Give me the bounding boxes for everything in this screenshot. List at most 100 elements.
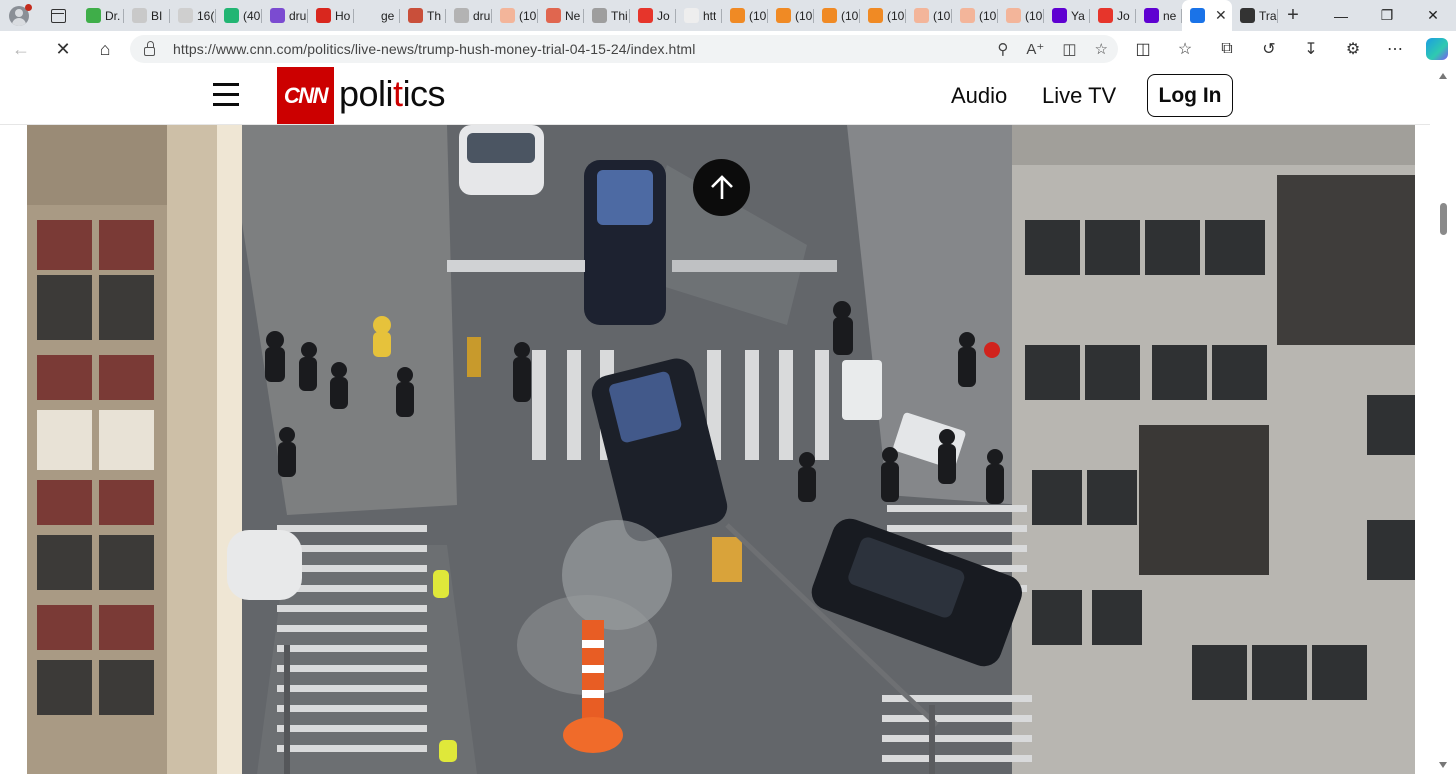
tab-title: Thi — [611, 8, 628, 23]
tab[interactable]: (40 — [216, 0, 262, 31]
minimize-button[interactable]: — — [1318, 0, 1364, 31]
tab-title: BI — [151, 8, 163, 23]
tab[interactable]: (10 — [722, 0, 768, 31]
tab-favicon-icon — [684, 8, 699, 23]
tab-actions-button[interactable] — [38, 0, 78, 31]
home-button[interactable]: ⌂ — [84, 31, 126, 67]
tab-actions-icon — [50, 8, 66, 23]
aerial-street-scene — [27, 125, 1415, 774]
tab[interactable]: (10 — [906, 0, 952, 31]
new-tab-button[interactable]: + — [1278, 0, 1308, 31]
extensions-button[interactable]: ⚙ — [1334, 31, 1372, 67]
tab[interactable]: ge — [354, 0, 400, 31]
read-aloud-icon[interactable]: A⁺ — [1026, 40, 1044, 58]
downloads-button[interactable]: ↧ — [1292, 31, 1330, 67]
tab[interactable]: Thi — [584, 0, 630, 31]
tab[interactable]: htt — [676, 0, 722, 31]
split-screen-button[interactable]: ◫ — [1124, 31, 1162, 67]
address-bar-icons: ⚲ A⁺ ◫ ☆ — [997, 35, 1108, 63]
tab-favicon-icon — [822, 8, 837, 23]
page-scrollbar[interactable] — [1430, 67, 1456, 774]
close-tab-icon[interactable]: ✕ — [1215, 7, 1227, 24]
scroll-to-top-button[interactable] — [693, 159, 750, 216]
tab[interactable]: Tra — [1232, 0, 1278, 31]
login-button[interactable]: Log In — [1147, 74, 1233, 117]
tab[interactable]: 16( — [170, 0, 216, 31]
toolbar-right: ◫ ☆ ⧉ ↺ ↧ ⚙ ⋯ — [1124, 31, 1456, 67]
tab-title: Ho — [335, 8, 351, 23]
tab-favicon-icon — [270, 8, 285, 23]
url-text[interactable]: https://www.cnn.com/politics/live-news/t… — [173, 41, 695, 57]
more-menu-button[interactable]: ⋯ — [1376, 31, 1414, 67]
tab[interactable]: Ho — [308, 0, 354, 31]
tab-title: (10 — [979, 8, 997, 23]
live-video-frame[interactable] — [27, 125, 1415, 774]
tab-favicon-icon — [178, 8, 193, 23]
tab-title: (10 — [933, 8, 951, 23]
stop-loading-button[interactable]: ✕ — [42, 31, 84, 67]
copilot-button[interactable] — [1418, 31, 1456, 67]
tab-active[interactable]: ✕ — [1182, 0, 1232, 31]
profile-avatar[interactable] — [0, 0, 38, 31]
close-window-button[interactable]: ✕ — [1410, 0, 1456, 31]
favorites-button[interactable]: ☆ — [1166, 31, 1204, 67]
tab-favicon-icon — [362, 8, 377, 23]
tab[interactable]: Dr. — [78, 0, 124, 31]
tab-favicon-icon — [546, 8, 561, 23]
tab-favicon-icon — [316, 8, 331, 23]
back-button[interactable]: ← — [0, 31, 42, 67]
tab[interactable]: Jo — [1090, 0, 1136, 31]
tab-title: Ya — [1071, 8, 1085, 23]
tab-title: htt — [703, 8, 717, 23]
restore-button[interactable]: ❐ — [1364, 0, 1410, 31]
scroll-up-arrow-icon[interactable] — [1439, 73, 1447, 79]
tab[interactable]: (10 — [998, 0, 1044, 31]
tab-favicon-icon — [132, 8, 147, 23]
lock-icon[interactable] — [144, 40, 155, 56]
cnn-logo[interactable]: CNN — [277, 67, 334, 124]
tab[interactable]: dru — [446, 0, 492, 31]
tab-favicon-icon — [408, 8, 423, 23]
menu-hamburger-icon[interactable] — [213, 83, 239, 107]
tab[interactable]: BI — [124, 0, 170, 31]
tab[interactable]: ne — [1136, 0, 1182, 31]
section-accent: t — [393, 73, 403, 114]
scrollbar-thumb[interactable] — [1440, 203, 1447, 235]
tab[interactable]: Jo — [630, 0, 676, 31]
app-available-icon[interactable]: ◫ — [1062, 40, 1076, 58]
favorite-star-icon[interactable]: ☆ — [1095, 40, 1108, 58]
history-button[interactable]: ↺ — [1250, 31, 1288, 67]
tab[interactable]: (10 — [492, 0, 538, 31]
tab-title: dru — [289, 8, 307, 23]
tab[interactable]: Ya — [1044, 0, 1090, 31]
tab-title: ge — [381, 8, 395, 23]
zoom-icon[interactable]: ⚲ — [997, 40, 1008, 58]
tab-title: Jo — [1117, 8, 1130, 23]
tab-favicon-icon — [592, 8, 607, 23]
window-controls: — ❐ ✕ — [1318, 0, 1456, 31]
tab[interactable]: (10 — [814, 0, 860, 31]
tab[interactable]: Ne — [538, 0, 584, 31]
tab[interactable]: (10 — [860, 0, 906, 31]
section-logo[interactable]: politics — [339, 73, 446, 115]
address-bar[interactable]: https://www.cnn.com/politics/live-news/t… — [130, 35, 1118, 63]
tab-favicon-icon — [86, 8, 101, 23]
browser-toolbar: ← ✕ ⌂ https://www.cnn.com/politics/live-… — [0, 31, 1456, 67]
scroll-down-arrow-icon[interactable] — [1439, 762, 1447, 768]
tab-title: Tra — [1259, 8, 1277, 23]
tab[interactable]: (10 — [952, 0, 998, 31]
tab[interactable]: Th — [400, 0, 446, 31]
tab-title: (10 — [749, 8, 767, 23]
tab[interactable]: (10 — [768, 0, 814, 31]
copilot-icon — [1426, 38, 1448, 60]
tab-favicon-icon — [868, 8, 883, 23]
nav-live-tv[interactable]: Live TV — [1042, 83, 1116, 109]
tab-favicon-icon — [730, 8, 745, 23]
collections-button[interactable]: ⧉ — [1208, 31, 1246, 67]
tab-favicon-icon — [1240, 8, 1255, 23]
tab-title: (10 — [519, 8, 537, 23]
tab[interactable]: dru — [262, 0, 308, 31]
tab-title: Ne — [565, 8, 581, 23]
tab-favicon-icon — [1098, 8, 1113, 23]
nav-audio[interactable]: Audio — [951, 83, 1007, 109]
